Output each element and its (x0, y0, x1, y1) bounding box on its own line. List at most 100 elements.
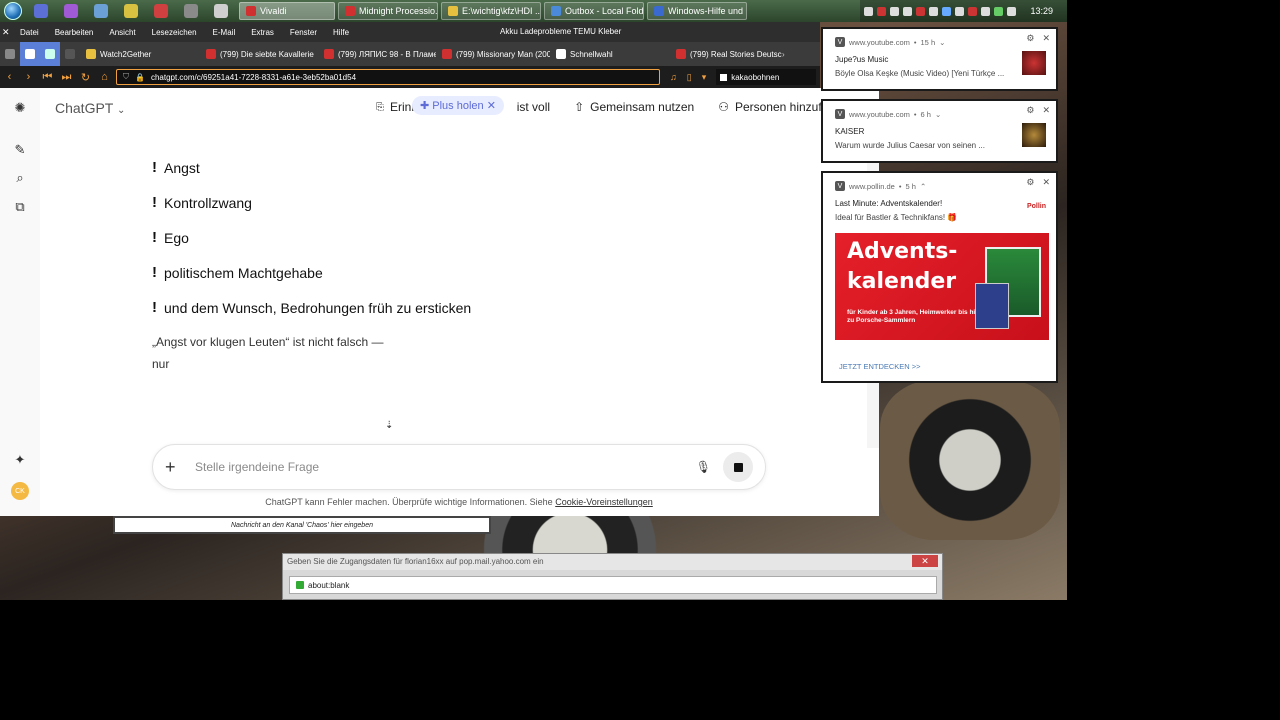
close-icon[interactable]: ✕ (1042, 33, 1050, 44)
avatar[interactable]: CK (11, 482, 29, 500)
menu-item-hilfe[interactable]: Hilfe (325, 28, 357, 37)
tab-schnellwahl[interactable]: Schnellwahl (550, 42, 670, 66)
tray-icon[interactable] (1007, 6, 1017, 16)
plus-upsell-pill[interactable]: ✚ Plus holen ✕ (412, 96, 504, 115)
cookie-settings-link[interactable]: Cookie-Voreinstellungen (555, 497, 653, 507)
speed-dial-icon (556, 49, 566, 59)
notification-card[interactable]: V www.youtube.com • 6 h ⌄ ⚙ ✕ KAISER Waru… (821, 99, 1058, 163)
stop-button[interactable] (723, 452, 753, 482)
quicklaunch-icon[interactable] (64, 4, 78, 18)
composer[interactable]: + Stelle irgendeine Frage 🎙 (152, 444, 766, 490)
tray-icon[interactable] (929, 6, 939, 16)
model-selector[interactable]: ChatGPT ⌄ (55, 100, 125, 116)
notification-header: V www.youtube.com • 15 h ⌄ (835, 37, 945, 47)
reload-icon[interactable]: ↻ (76, 67, 95, 87)
microphone-icon[interactable]: 🎙 (696, 460, 711, 474)
chevron-down-icon[interactable]: ⌄ (939, 38, 945, 47)
pinned-tab[interactable] (0, 42, 20, 66)
taskbar-item-outbox[interactable]: Outbox - Local Fold... (544, 2, 644, 20)
close-icon[interactable]: ✕ (1042, 105, 1050, 116)
quicklaunch-icon[interactable] (184, 4, 198, 18)
upgrade-sparkle-icon[interactable]: ✦ (12, 452, 28, 468)
dropdown-icon[interactable]: ▾ (702, 72, 707, 83)
start-button[interactable] (0, 0, 26, 22)
volume-muted-icon[interactable] (877, 6, 887, 16)
chatgpt-icon (25, 49, 35, 59)
gear-icon[interactable]: ⚙ (1026, 33, 1034, 44)
youtube-icon (676, 49, 686, 59)
url-input[interactable]: ⛉ 🔒 chatgpt.com/c/69251a41-7228-8331-a61… (116, 69, 660, 85)
close-icon[interactable]: ✕ (1042, 177, 1050, 188)
taskbar-item-vivaldi[interactable]: Vivaldi (239, 2, 335, 20)
quicklaunch-icon[interactable] (214, 4, 228, 18)
pinned-tab[interactable] (60, 42, 80, 66)
menu-item-datei[interactable]: Datei (12, 28, 47, 37)
tab-scroll-right-icon[interactable]: › (782, 42, 796, 66)
bookmark-icon[interactable]: ▯ (687, 72, 692, 83)
tray-icon[interactable] (942, 6, 952, 16)
taskbar-item-midnight[interactable]: Midnight Processio... (338, 2, 438, 20)
taskbar-item-explorer[interactable]: E:\wichtig\kfz\HDI ... (441, 2, 541, 20)
reader-icon[interactable]: ♫ (670, 72, 677, 83)
memory-full-notice[interactable]: ⎘ Erinnerung ✚ Plus holen ✕ ist voll (376, 96, 550, 115)
quicklaunch-icon[interactable] (94, 4, 108, 18)
menu-item-bearbeiten[interactable]: Bearbeiten (47, 28, 102, 37)
tray-icon[interactable] (903, 6, 913, 16)
tab-watch2gether[interactable]: Watch2Gether (80, 42, 200, 66)
tab-siebte-kavallerie[interactable]: (799) Die siebte Kavallerie (200, 42, 318, 66)
notification-card[interactable]: V www.youtube.com • 15 h ⌄ ⚙ ✕ Jupe?us Mu… (821, 27, 1058, 91)
notification-card[interactable]: V www.pollin.de • 5 h ⌃ ⚙ ✕ Last Minute: … (821, 171, 1058, 383)
gear-icon[interactable]: ⚙ (1026, 177, 1034, 188)
quicklaunch-icon[interactable] (124, 4, 138, 18)
close-icon[interactable]: ✕ (2, 27, 12, 37)
windows-taskbar: Vivaldi Midnight Processio... E:\wichtig… (0, 0, 1067, 22)
pinned-tab-chatgpt[interactable] (20, 42, 40, 66)
scroll-down-icon[interactable]: ⇣ (385, 420, 393, 431)
share-button[interactable]: ⇧ Gemeinsam nutzen (574, 100, 694, 114)
notification-header: V www.youtube.com • 6 h ⌄ (835, 109, 941, 119)
menu-item-lesezeichen[interactable]: Lesezeichen (144, 28, 205, 37)
tray-icon[interactable] (968, 6, 978, 16)
home-icon[interactable]: ⌂ (95, 67, 114, 87)
chevron-up-icon[interactable]: ⌃ (920, 182, 926, 191)
tray-icon[interactable] (955, 6, 965, 16)
forward-icon[interactable]: › (19, 67, 38, 87)
menu-item-fenster[interactable]: Fenster (282, 28, 325, 37)
menu-item-extras[interactable]: Extras (243, 28, 282, 37)
chevron-down-icon[interactable]: ⌄ (935, 110, 941, 119)
search-field[interactable]: kakaobohnen (716, 69, 817, 85)
tray-icon[interactable] (916, 6, 926, 16)
tray-icon[interactable] (890, 6, 900, 16)
search-icon[interactable]: ⌕ (12, 170, 28, 186)
fast-forward-icon[interactable]: ⏭ (57, 67, 76, 87)
tab-lyapis[interactable]: (799) ЛЯПИС 98 - В Пламе (318, 42, 436, 66)
promo-banner[interactable]: Advents- kalender für Kinder ab 3 Jahren… (835, 233, 1049, 340)
exclamation-icon: ! (152, 159, 157, 176)
tray-icon[interactable] (981, 6, 991, 16)
menu-item-ansicht[interactable]: Ansicht (101, 28, 143, 37)
plus-icon[interactable]: + (165, 457, 185, 478)
tray-icon[interactable] (994, 6, 1004, 16)
menu-item-email[interactable]: E-Mail (205, 28, 244, 37)
clock[interactable]: 13:29 (1030, 6, 1053, 16)
quicklaunch-icon[interactable] (34, 4, 48, 18)
quicklaunch-icon[interactable] (154, 4, 168, 18)
lock-icon: 🔒 (135, 72, 145, 82)
pinned-tab[interactable] (40, 42, 60, 66)
prompt-input[interactable]: Stelle irgendeine Frage (195, 460, 696, 474)
cta-link[interactable]: JETZT ENTDECKEN >> (839, 362, 921, 371)
tab-real-stories[interactable]: (799) Real Stories Deutsch (670, 42, 782, 66)
channel-message-input[interactable]: Nachricht an den Kanal 'Chaos' hier eing… (113, 516, 491, 534)
openai-logo-icon[interactable]: ✺ (12, 100, 28, 116)
gear-icon[interactable]: ⚙ (1026, 105, 1034, 116)
library-icon[interactable]: ⧉ (12, 199, 28, 215)
tray-icon[interactable] (864, 6, 874, 16)
rewind-icon[interactable]: ⏮ (38, 67, 57, 87)
close-icon[interactable]: ✕ (912, 555, 938, 567)
back-icon[interactable]: ‹ (0, 67, 19, 87)
dialog-url-field[interactable]: about:blank (289, 576, 937, 594)
taskbar-item-help[interactable]: Windows-Hilfe und ... (647, 2, 747, 20)
notification-controls: ⚙ ✕ (1026, 33, 1050, 44)
new-chat-icon[interactable]: ✎ (12, 142, 28, 158)
tab-missionary-man[interactable]: (799) Missionary Man (200 (436, 42, 550, 66)
